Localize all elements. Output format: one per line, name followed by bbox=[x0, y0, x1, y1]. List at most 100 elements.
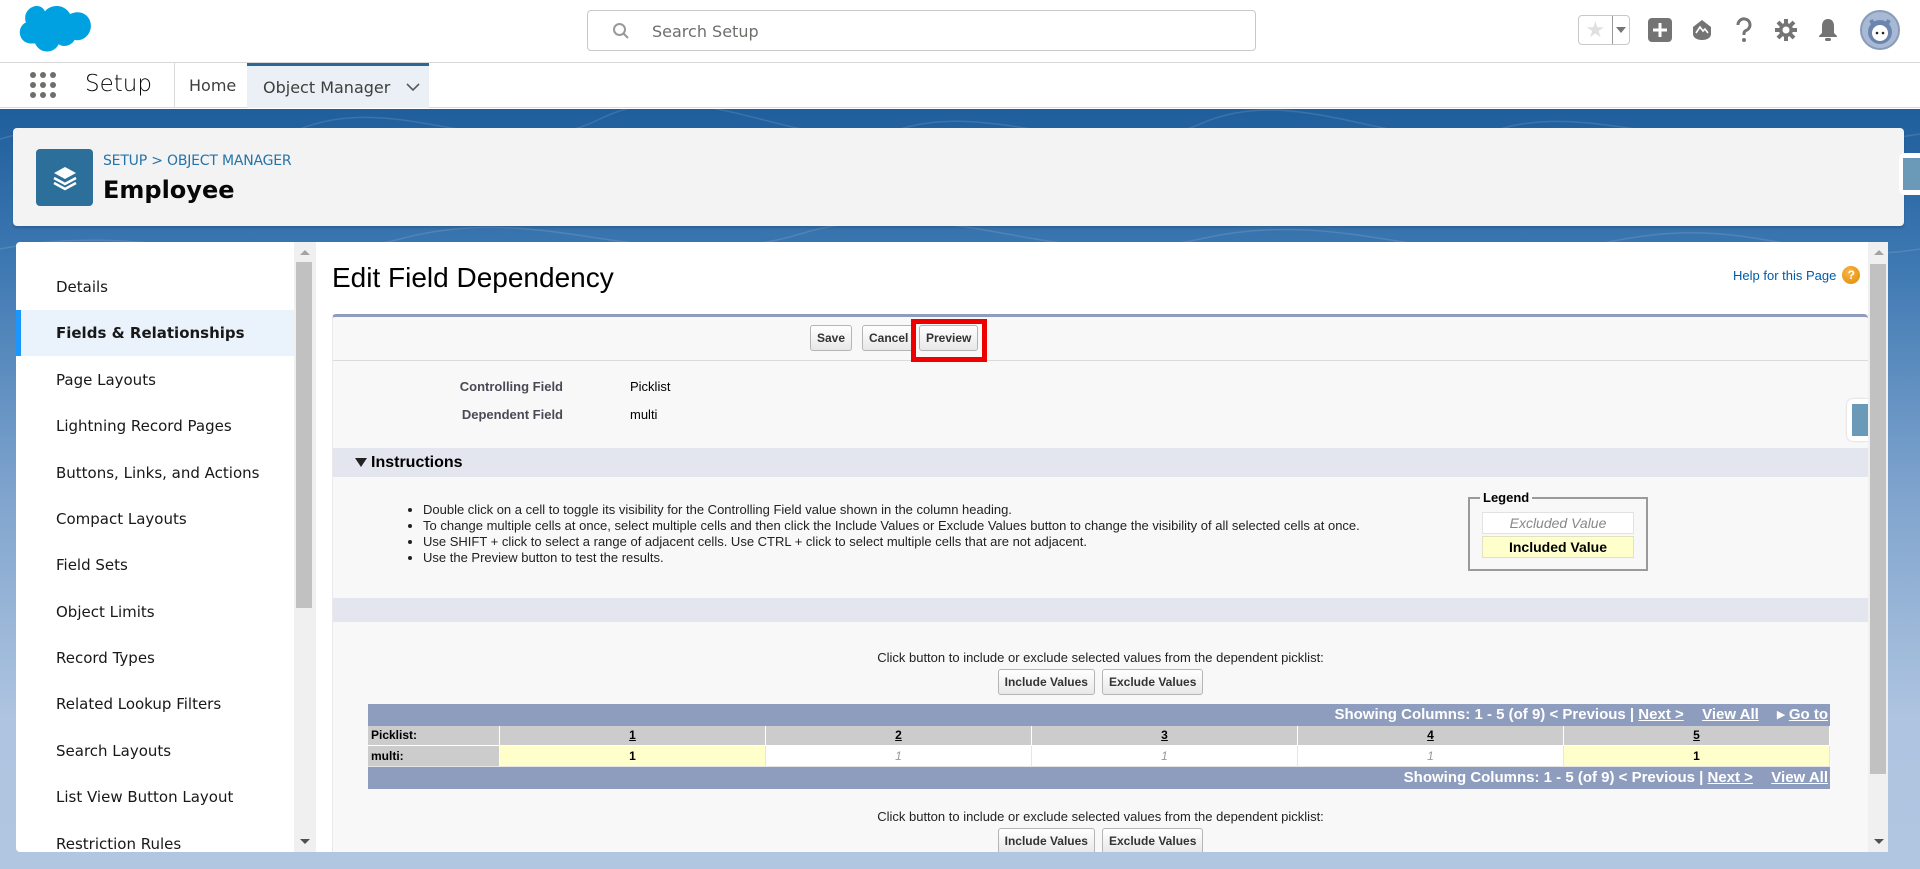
column-header[interactable]: 2 bbox=[766, 726, 1032, 746]
main-scrollbar[interactable] bbox=[1868, 242, 1888, 852]
sidebar-item-label: Fields & Relationships bbox=[56, 324, 245, 342]
sidebar-item-related-lookup-filters[interactable]: Related Lookup Filters bbox=[16, 681, 294, 727]
pager-separator: | bbox=[1699, 769, 1704, 786]
pager-next-link[interactable]: Next > bbox=[1638, 706, 1683, 723]
search-setup-box[interactable] bbox=[587, 10, 1256, 51]
sidebar-item-lightning-record-pages[interactable]: Lightning Record Pages bbox=[16, 403, 294, 449]
column-header[interactable]: 5 bbox=[1564, 726, 1830, 746]
column-header[interactable]: 4 bbox=[1298, 726, 1564, 746]
sidebar-scroll-thumb[interactable] bbox=[296, 262, 312, 608]
pager-view-all-link[interactable]: View All bbox=[1771, 769, 1828, 786]
sidebar-item-page-layouts[interactable]: Page Layouts bbox=[16, 357, 294, 403]
column-header[interactable]: 3 bbox=[1032, 726, 1298, 746]
dependency-matrix: Showing Columns: 1 - 5 (of 9) < Previous… bbox=[368, 704, 1830, 789]
sidebar-item-fields-relationships[interactable]: Fields & Relationships bbox=[16, 310, 294, 356]
sidebar-item-list-view-button-layout[interactable]: List View Button Layout bbox=[16, 774, 294, 820]
pager-top: Showing Columns: 1 - 5 (of 9) < Previous… bbox=[368, 704, 1830, 726]
sidebar-item-label: Details bbox=[56, 278, 109, 296]
main-content: Edit Field Dependency Help for this Page… bbox=[316, 242, 1888, 852]
exclude-values-button[interactable]: Exclude Values bbox=[1101, 669, 1204, 695]
pager-previous: < Previous bbox=[1549, 706, 1626, 723]
legend-box: Legend Excluded Value Included Value bbox=[1468, 490, 1648, 571]
exclude-values-button[interactable]: Exclude Values bbox=[1101, 828, 1204, 852]
controlling-field-label: Controlling Field bbox=[459, 379, 563, 394]
pager-next-link[interactable]: Next > bbox=[1708, 769, 1753, 786]
scroll-up-icon[interactable] bbox=[300, 250, 310, 255]
sidebar-item-label: Record Types bbox=[56, 649, 155, 667]
legend-excluded: Excluded Value bbox=[1482, 512, 1634, 534]
sidebar-item-label: Restriction Rules bbox=[56, 835, 182, 852]
table-header-row: Picklist: 1 2 3 4 5 bbox=[368, 726, 1830, 746]
global-add-icon[interactable] bbox=[1648, 18, 1672, 42]
include-values-button[interactable]: Include Values bbox=[997, 828, 1095, 852]
scroll-down-icon[interactable] bbox=[300, 839, 310, 844]
include-exclude-buttons-top: Include Values Exclude Values bbox=[333, 669, 1868, 695]
user-avatar[interactable] bbox=[1860, 10, 1900, 50]
pager-showing-text: Showing Columns: 1 - 5 (of 9) bbox=[1403, 769, 1615, 786]
tab-object-manager-label: Object Manager bbox=[263, 77, 391, 97]
cancel-button[interactable]: Cancel bbox=[862, 325, 916, 351]
trailhead-icon[interactable] bbox=[1690, 18, 1714, 42]
sidebar-item-search-layouts[interactable]: Search Layouts bbox=[16, 728, 294, 774]
sidebar-scrollbar[interactable] bbox=[294, 242, 316, 852]
dependent-row-label: multi: bbox=[368, 746, 500, 767]
app-launcher-icon[interactable] bbox=[30, 72, 56, 98]
panel-toggle-button[interactable] bbox=[1899, 153, 1920, 195]
sidebar-item-restriction-rules[interactable]: Restriction Rules bbox=[16, 821, 294, 852]
column-header-link[interactable]: 4 bbox=[1423, 728, 1438, 742]
inner-panel-toggle[interactable] bbox=[1847, 399, 1868, 441]
matrix-cell-excluded[interactable]: 1 bbox=[1032, 746, 1298, 767]
matrix-cell-excluded[interactable]: 1 bbox=[766, 746, 1032, 767]
pager-go-to-link[interactable]: Go to bbox=[1789, 706, 1828, 723]
sidebar-item-label: Buttons, Links, and Actions bbox=[56, 464, 260, 482]
column-header[interactable]: 1 bbox=[500, 726, 766, 746]
help-icon[interactable] bbox=[1732, 17, 1756, 42]
include-values-button[interactable]: Include Values bbox=[997, 669, 1095, 695]
collapse-triangle-icon[interactable] bbox=[355, 458, 367, 467]
sidebar-item-details[interactable]: Details bbox=[16, 264, 294, 310]
save-button[interactable]: Save bbox=[810, 325, 853, 351]
scroll-down-icon[interactable] bbox=[1874, 839, 1884, 844]
preview-button[interactable]: Preview bbox=[919, 325, 979, 351]
main-scroll-thumb[interactable] bbox=[1870, 264, 1886, 774]
pager-view-all-link[interactable]: View All bbox=[1702, 706, 1759, 723]
matrix-cell-included[interactable]: 1 bbox=[1564, 746, 1830, 767]
instructions-header[interactable]: Instructions bbox=[333, 448, 1868, 477]
sidebar-item-compact-layouts[interactable]: Compact Layouts bbox=[16, 496, 294, 542]
column-header-link[interactable]: 3 bbox=[1157, 728, 1172, 742]
tab-object-manager[interactable]: Object Manager bbox=[247, 63, 429, 108]
page-title: Edit Field Dependency bbox=[332, 262, 614, 293]
column-header-link[interactable]: 1 bbox=[625, 728, 640, 742]
legend-included: Included Value bbox=[1482, 536, 1634, 558]
instructions-heading: Instructions bbox=[371, 454, 463, 471]
search-input[interactable] bbox=[652, 19, 1232, 43]
search-icon bbox=[613, 23, 629, 39]
favorites-button[interactable]: ★ bbox=[1578, 15, 1630, 45]
sidebar-item-object-limits[interactable]: Object Limits bbox=[16, 589, 294, 635]
matrix-cell-included[interactable]: 1 bbox=[500, 746, 766, 767]
favorites-dropdown-icon[interactable] bbox=[1611, 16, 1629, 44]
chevron-down-icon[interactable] bbox=[406, 82, 420, 92]
tab-home[interactable]: Home bbox=[174, 63, 247, 108]
help-question-icon: ? bbox=[1842, 266, 1861, 284]
column-header-link[interactable]: 2 bbox=[891, 728, 906, 742]
breadcrumb[interactable]: SETUP > OBJECT MANAGER bbox=[103, 153, 292, 169]
instructions-list: Double click on a cell to toggle its vis… bbox=[423, 502, 1360, 566]
notifications-bell-icon[interactable] bbox=[1816, 18, 1840, 42]
sidebar-item-field-sets[interactable]: Field Sets bbox=[16, 542, 294, 588]
favorites-star-icon[interactable]: ★ bbox=[1579, 16, 1612, 44]
setup-gear-icon[interactable] bbox=[1774, 18, 1798, 42]
scroll-up-icon[interactable] bbox=[1874, 250, 1884, 255]
object-title: Employee bbox=[103, 176, 235, 204]
help-for-this-page-link[interactable]: Help for this Page ? bbox=[1733, 266, 1861, 284]
pager-separator: | bbox=[1629, 706, 1635, 723]
include-exclude-hint: Click button to include or exclude selec… bbox=[877, 809, 1324, 824]
column-header-link[interactable]: 5 bbox=[1689, 728, 1704, 742]
matrix-cell-excluded[interactable]: 1 bbox=[1298, 746, 1564, 767]
app-name: Setup bbox=[85, 71, 152, 97]
sidebar-item-buttons-links-actions[interactable]: Buttons, Links, and Actions bbox=[16, 450, 294, 496]
sidebar-item-record-types[interactable]: Record Types bbox=[16, 635, 294, 681]
instruction-item: Use SHIFT + click to select a range of a… bbox=[423, 534, 1360, 550]
salesforce-logo[interactable] bbox=[18, 6, 92, 56]
pager-bottom: Showing Columns: 1 - 5 (of 9) < Previous… bbox=[368, 767, 1830, 789]
